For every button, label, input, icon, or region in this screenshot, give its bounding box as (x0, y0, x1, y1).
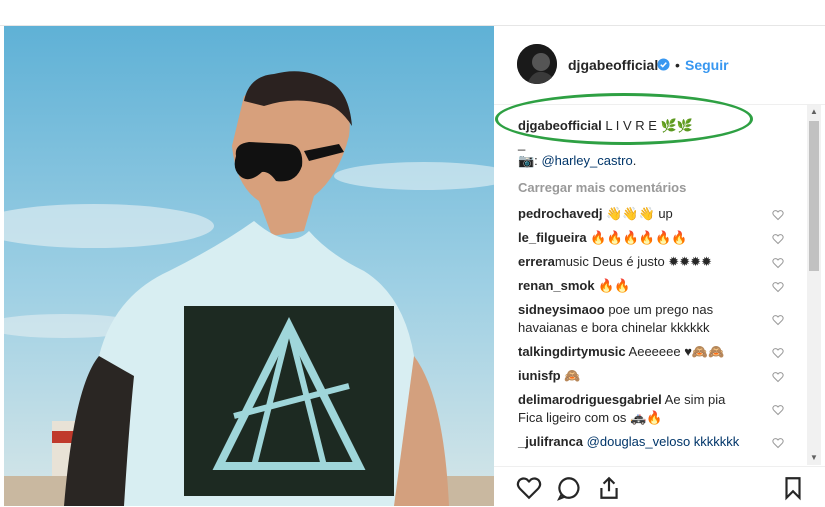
comment-text-line2: havaianas e bora chinelar kkkkkk (518, 320, 710, 335)
browser-top-strip (0, 0, 825, 26)
comment-item: _julifranca @douglas_veloso kkkkkkk (518, 433, 780, 451)
comment-item: pedrochavedj 👋👋👋 up (518, 205, 780, 223)
comments-scrollbar[interactable]: ▲ ▼ (807, 105, 821, 465)
avatar-image (517, 44, 557, 84)
caption-username[interactable]: djgabeofficial (518, 118, 602, 133)
comment-username[interactable]: talkingdirtymusic (518, 344, 626, 359)
comment-text: 👋👋👋 up (606, 206, 673, 221)
heart-icon[interactable] (772, 209, 784, 221)
comment-username[interactable]: renan_smok (518, 278, 595, 293)
comments-list[interactable]: djgabeofficial L I V R E 🌿🌿 _ 📷: @harley… (494, 105, 808, 465)
comment-text: poe um prego nas (608, 302, 714, 317)
comment-username[interactable]: pedrochavedj (518, 206, 603, 221)
share-icon[interactable] (596, 475, 622, 501)
credit-handle-link[interactable]: @harley_castro (541, 153, 632, 168)
comment-username[interactable]: errera (518, 254, 555, 269)
heart-icon[interactable] (772, 281, 784, 293)
comment-text: Aeeeeee ♥🙈🙈 (628, 344, 725, 359)
post-header: djgabeofficial • Seguir (494, 26, 825, 105)
heart-icon[interactable] (772, 371, 784, 383)
credit-suffix: . (632, 153, 637, 168)
comment-icon[interactable] (556, 475, 582, 501)
follow-button[interactable]: Seguir (685, 57, 729, 73)
caption-line2: _ (518, 136, 526, 151)
comment-item: delimarodriguesgabriel Ae sim pia Fica l… (518, 391, 780, 427)
load-more-comments[interactable]: Carregar mais comentários (518, 180, 686, 195)
comment-item: le_filgueira 🔥🔥🔥🔥🔥🔥 (518, 229, 780, 247)
heart-icon[interactable] (772, 437, 784, 449)
bookmark-icon[interactable] (780, 475, 806, 501)
heart-icon[interactable] (772, 257, 784, 269)
comment-username[interactable]: sidneysimaoo (518, 302, 605, 317)
heart-icon[interactable] (772, 404, 784, 416)
comment-username[interactable]: delimarodriguesgabriel (518, 392, 662, 407)
comment-username[interactable]: le_filgueira (518, 230, 587, 245)
comment-item: iunisfp 🙈 (518, 367, 780, 385)
verified-badge-icon (657, 58, 670, 71)
action-bar (494, 466, 825, 507)
comment-username[interactable]: _julifranca (518, 434, 583, 449)
comment-item: erreramusic Deus é justo ✹✹✹✹ (518, 253, 780, 271)
comment-text: @douglas_veloso kkkkkkk (586, 434, 740, 449)
heart-icon[interactable] (772, 347, 784, 359)
comment-username[interactable]: iunisfp (518, 368, 561, 383)
heart-icon[interactable] (772, 233, 784, 245)
separator-dot: • (675, 57, 680, 73)
comment-item: talkingdirtymusic Aeeeeee ♥🙈🙈 (518, 343, 780, 361)
username-link[interactable]: djgabeofficial (568, 57, 658, 73)
scroll-down-icon[interactable]: ▼ (807, 451, 821, 465)
comment-item: renan_smok 🔥🔥 (518, 277, 780, 295)
scroll-up-icon[interactable]: ▲ (807, 105, 821, 119)
heart-icon[interactable] (516, 475, 542, 501)
comment-text: 🔥🔥🔥🔥🔥🔥 (590, 230, 688, 245)
camera-label: 📷: (518, 153, 538, 168)
post-photo-illustration (4, 26, 494, 506)
comment-text-line2: Fica ligeiro com os 🚓🔥 (518, 410, 663, 425)
scrollbar-thumb[interactable] (809, 121, 819, 271)
avatar[interactable] (517, 44, 557, 84)
comment-text: music Deus é justo ✹✹✹✹ (554, 254, 712, 269)
post-image[interactable] (4, 26, 494, 506)
caption: djgabeofficial L I V R E 🌿🌿 (518, 117, 780, 135)
comment-text: 🙈 (564, 368, 581, 383)
heart-icon[interactable] (772, 314, 784, 326)
comment-text: Ae sim pia (664, 392, 726, 407)
comment-item: sidneysimaoo poe um prego nas havaianas … (518, 301, 780, 337)
caption-text: L I V R E 🌿🌿 (605, 118, 693, 133)
post-sidebar: djgabeofficial • Seguir djgabeofficial L… (494, 26, 825, 506)
photo-credit: 📷: @harley_castro. (518, 152, 780, 170)
comment-text: 🔥🔥 (598, 278, 631, 293)
